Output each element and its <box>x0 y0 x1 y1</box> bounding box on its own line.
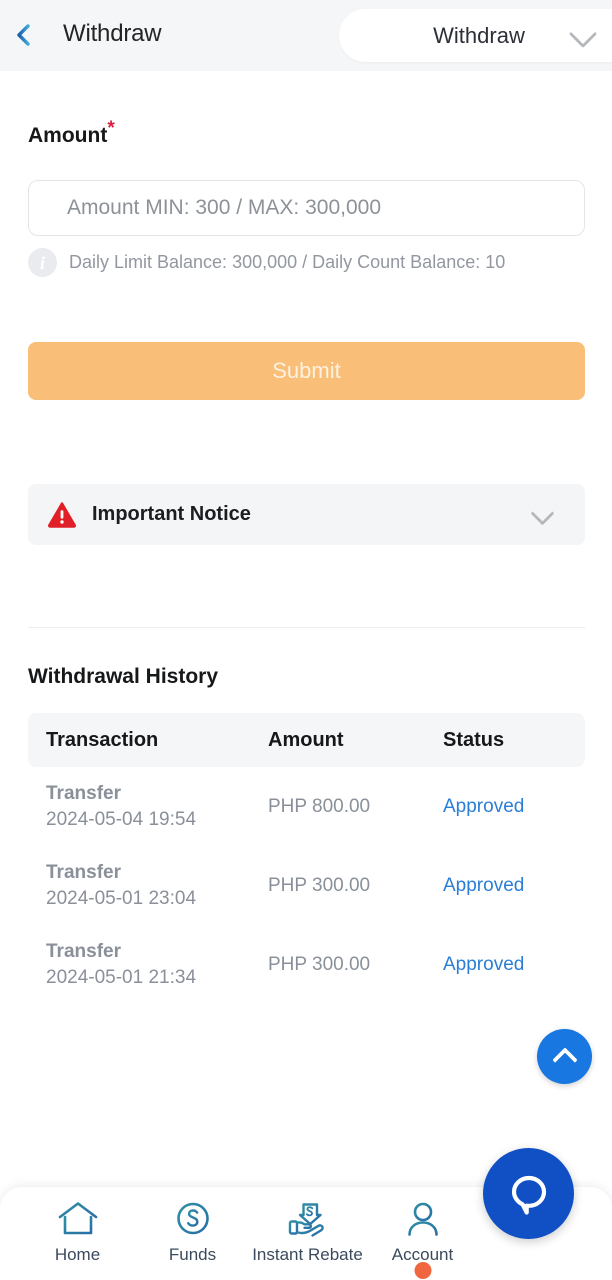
cell-transaction: Transfer 2024-05-01 23:04 <box>28 860 268 911</box>
transaction-date: 2024-05-04 19:54 <box>46 808 197 830</box>
amount-label-text: Amount <box>28 124 108 147</box>
transaction-type-select[interactable]: Withdraw <box>339 9 612 62</box>
table-row[interactable]: Transfer 2024-05-01 21:34 PHP 300.00 App… <box>28 925 585 1004</box>
transaction-date: 2024-05-01 21:34 <box>46 966 197 988</box>
table-row[interactable]: Transfer 2024-05-01 23:04 PHP 300.00 App… <box>28 846 585 925</box>
chevron-down-icon <box>530 501 555 526</box>
transaction-date: 2024-05-01 23:04 <box>46 887 197 909</box>
nav-label-home: Home <box>54 1245 101 1264</box>
amount-label: Amount* <box>28 119 115 148</box>
warning-triangle-icon <box>48 501 76 528</box>
nav-item-funds[interactable]: Funds <box>135 1200 250 1265</box>
withdrawal-history-table: Transaction Amount Status Transfer 2024-… <box>28 713 585 1004</box>
submit-button[interactable]: Submit <box>28 342 585 400</box>
cell-status[interactable]: Approved <box>443 796 567 818</box>
cell-amount: PHP 300.00 <box>268 953 371 975</box>
withdrawal-history-title: Withdrawal History <box>28 665 219 688</box>
column-header-status: Status <box>443 728 505 751</box>
hand-money-icon <box>288 1203 324 1237</box>
column-header-amount: Amount <box>268 728 344 751</box>
person-icon <box>407 1202 438 1236</box>
column-header-transaction: Transaction <box>46 728 159 751</box>
chat-support-button[interactable] <box>483 1148 574 1239</box>
cell-transaction: Transfer 2024-05-01 21:34 <box>28 939 268 990</box>
nav-item-instant-rebate[interactable]: Instant Rebate <box>250 1200 365 1265</box>
withdraw-screen: Withdraw Withdraw Amount* i Daily Limit … <box>0 0 612 1280</box>
amount-input[interactable] <box>28 180 585 236</box>
important-notice-title: Important Notice <box>92 503 251 525</box>
transaction-type: Transfer <box>46 940 121 962</box>
cell-amount: PHP 300.00 <box>268 874 371 896</box>
cell-status[interactable]: Approved <box>443 954 567 976</box>
nav-label-instant-rebate: Instant Rebate <box>252 1245 363 1264</box>
table-row[interactable]: Transfer 2024-05-04 19:54 PHP 800.00 App… <box>28 767 585 846</box>
daily-limit-row: i Daily Limit Balance: 300,000 / Daily C… <box>28 248 505 277</box>
required-asterisk: * <box>107 118 115 139</box>
page-title: Withdraw <box>63 20 162 47</box>
nav-label-funds: Funds <box>168 1245 217 1264</box>
nav-item-home[interactable]: Home <box>20 1200 135 1265</box>
cell-transaction: Transfer 2024-05-04 19:54 <box>28 781 268 832</box>
cell-status[interactable]: Approved <box>443 875 567 897</box>
back-button[interactable] <box>14 18 52 52</box>
section-divider <box>28 627 585 628</box>
account-notification-badge <box>414 1262 431 1279</box>
info-icon: i <box>28 248 57 277</box>
home-icon <box>58 1202 97 1235</box>
app-header: Withdraw Withdraw <box>0 0 612 71</box>
daily-limit-text: Daily Limit Balance: 300,000 / Daily Cou… <box>69 252 506 272</box>
important-notice-accordion[interactable]: Important Notice <box>28 484 585 545</box>
transaction-type: Transfer <box>46 861 121 883</box>
chat-bubble-icon <box>511 1175 546 1215</box>
scroll-to-top-button[interactable] <box>537 1029 592 1084</box>
arrow-left-icon <box>17 24 48 46</box>
dollar-circle-icon <box>176 1202 209 1235</box>
cell-amount: PHP 800.00 <box>268 795 371 817</box>
chevron-up-icon <box>551 1046 578 1073</box>
nav-item-account[interactable]: Account <box>365 1200 480 1279</box>
table-header-row: Transaction Amount Status <box>28 713 585 767</box>
transaction-type: Transfer <box>46 782 121 804</box>
